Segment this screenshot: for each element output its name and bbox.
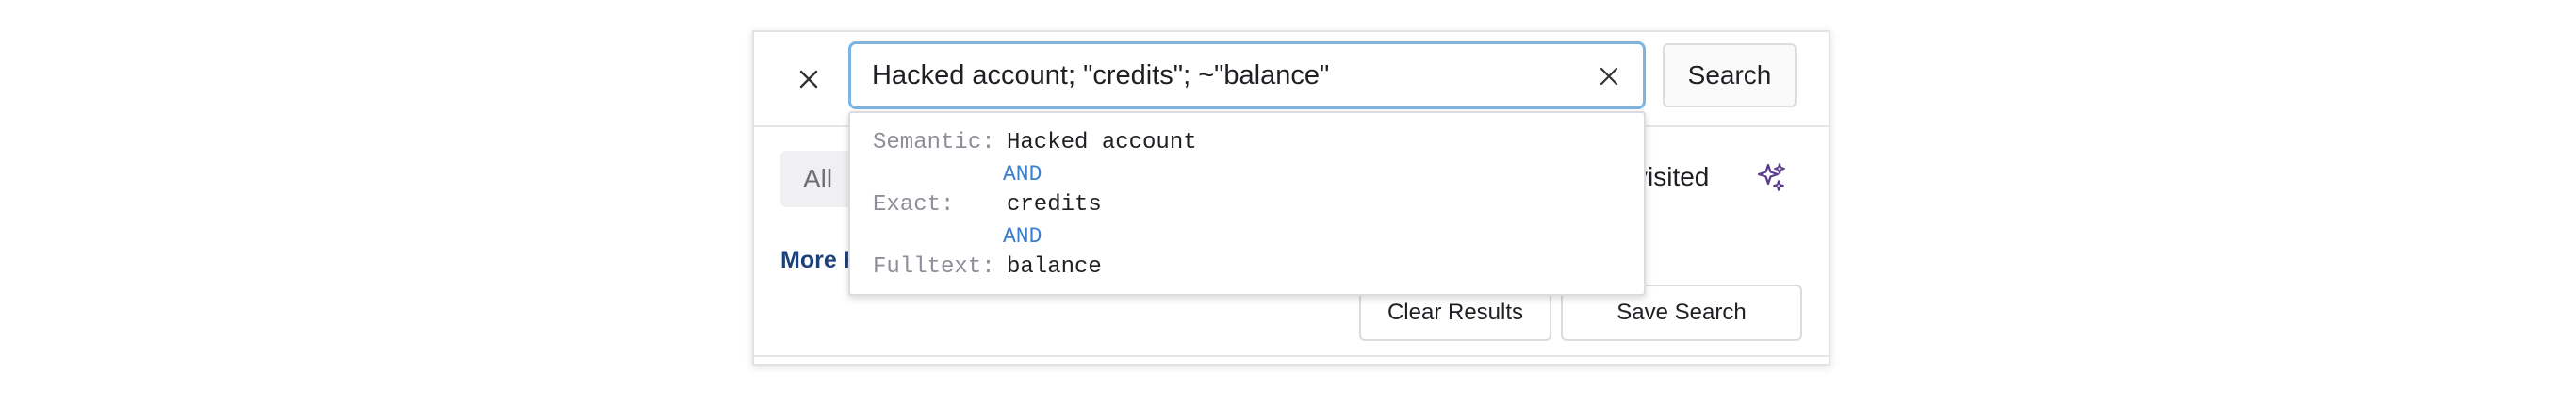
query-row-key: Exact: xyxy=(873,191,955,218)
query-breakdown-dropdown: Semantic: Hacked account AND Exact: cred… xyxy=(848,111,1646,296)
query-connector: AND xyxy=(1003,162,1042,187)
query-row-key: Semantic: xyxy=(873,129,995,155)
query-connector: AND xyxy=(1003,224,1042,249)
search-input-container[interactable] xyxy=(848,41,1646,109)
clear-input-icon[interactable] xyxy=(1592,59,1626,93)
more-filters-link[interactable]: More F xyxy=(780,247,858,274)
close-icon[interactable] xyxy=(790,60,828,98)
query-row-value: balance xyxy=(1007,253,1102,280)
search-button[interactable]: Search xyxy=(1663,43,1797,107)
sparkle-icon[interactable] xyxy=(1753,158,1791,196)
query-row-semantic: Semantic: Hacked account xyxy=(873,128,1197,156)
search-panel: Search All visited More F Clear Results … xyxy=(752,30,1830,366)
query-row-value: credits xyxy=(1007,191,1102,218)
query-row-key: Fulltext: xyxy=(873,253,995,280)
query-row-value: Hacked account xyxy=(1007,129,1197,155)
search-input[interactable] xyxy=(870,58,1562,92)
query-row-exact: Exact: credits xyxy=(873,190,1102,219)
divider xyxy=(754,355,1829,357)
query-row-fulltext: Fulltext: balance xyxy=(873,252,1102,281)
